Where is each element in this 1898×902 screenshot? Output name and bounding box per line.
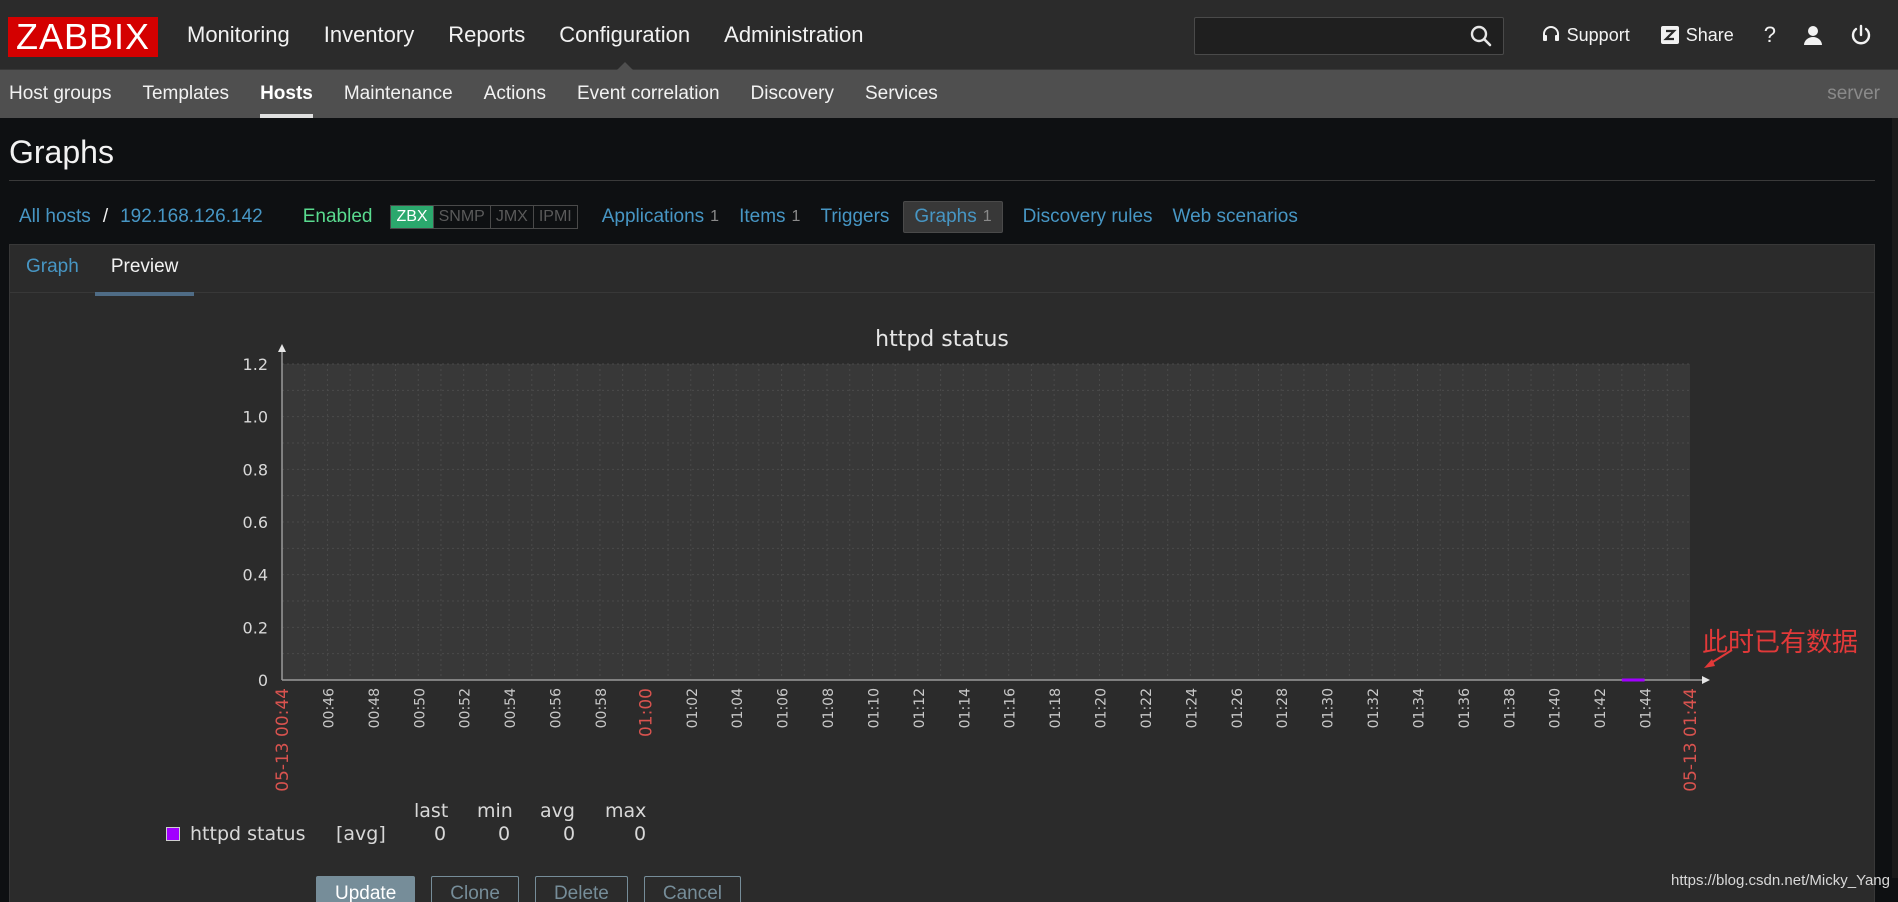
- subnav-hosts[interactable]: Hosts: [251, 70, 329, 118]
- support-link[interactable]: Support: [1541, 25, 1630, 46]
- subnav-discovery[interactable]: Discovery: [742, 70, 850, 118]
- items-link[interactable]: Items 1: [739, 206, 800, 228]
- legend-header-max: max: [605, 800, 647, 822]
- subnav-services[interactable]: Services: [856, 70, 954, 118]
- subnav-host-groups[interactable]: Host groups: [0, 70, 127, 118]
- snmp-badge: SNMP: [432, 206, 490, 228]
- nav-inventory[interactable]: Inventory: [307, 0, 432, 70]
- legend-series-function: [avg]: [336, 823, 386, 845]
- legend-color-swatch: [166, 827, 180, 841]
- user-profile-button[interactable]: [1802, 24, 1824, 46]
- form-tabs: Graph Preview: [10, 245, 1874, 296]
- page-scrollbar[interactable]: [1892, 118, 1898, 878]
- page-title: Graphs: [9, 134, 114, 170]
- host-link[interactable]: 192.168.126.142: [120, 206, 263, 228]
- subnav-maintenance[interactable]: Maintenance: [335, 70, 469, 118]
- legend-value-avg: 0: [563, 823, 576, 845]
- graph-form-panel: Graph Preview: [9, 244, 1875, 902]
- all-hosts-link[interactable]: All hosts: [19, 206, 91, 228]
- help-button[interactable]: ?: [1764, 22, 1776, 48]
- support-label: Support: [1566, 24, 1630, 45]
- search-input[interactable]: [1194, 17, 1504, 55]
- breadcrumb-separator: /: [102, 206, 109, 227]
- legend-value-min: 0: [498, 823, 511, 845]
- ipmi-badge: IPMI: [532, 206, 577, 228]
- zabbix-logo[interactable]: ZABBIX: [8, 17, 158, 57]
- zbx-badge: ZBX: [391, 206, 433, 228]
- help-icon: ?: [1763, 22, 1776, 47]
- delete-button[interactable]: Delete: [534, 876, 628, 902]
- graphs-label: Graphs: [914, 206, 977, 227]
- graphs-link[interactable]: Graphs 1: [903, 201, 1003, 233]
- share-icon: [1660, 26, 1679, 44]
- search-button[interactable]: [1462, 20, 1500, 52]
- discovery-rules-link[interactable]: Discovery rules: [1023, 206, 1153, 228]
- server-name: server: [1827, 83, 1880, 104]
- nav-configuration[interactable]: Configuration: [542, 0, 707, 71]
- host-status-enabled[interactable]: Enabled: [303, 206, 373, 228]
- legend-value-last: 0: [434, 823, 447, 845]
- main-nav: Monitoring Inventory Reports Configurati…: [170, 0, 881, 71]
- share-label: Share: [1685, 24, 1734, 45]
- sign-out-button[interactable]: [1850, 24, 1872, 46]
- nav-reports[interactable]: Reports: [431, 0, 542, 70]
- update-button[interactable]: Update: [316, 876, 416, 902]
- power-icon: [1851, 24, 1871, 45]
- annotation-arrow: [1704, 649, 1733, 668]
- user-icon: [1804, 26, 1822, 45]
- web-scenarios-link[interactable]: Web scenarios: [1173, 206, 1298, 228]
- headset-icon: [1542, 26, 1559, 41]
- search-icon: [1470, 25, 1492, 47]
- legend-header-avg: avg: [540, 800, 575, 822]
- app-window: ZABBIX Monitoring Inventory Reports Conf…: [0, 0, 1898, 902]
- jmx-badge: JMX: [489, 206, 533, 228]
- nav-administration[interactable]: Administration: [707, 0, 880, 70]
- cancel-button[interactable]: Cancel: [643, 876, 742, 902]
- graphs-count: 1: [982, 208, 992, 225]
- host-navigation: All hosts / 192.168.126.142 Enabled ZBX …: [9, 199, 1308, 235]
- legend-series-name: httpd status: [190, 823, 306, 845]
- legend-value-max: 0: [634, 823, 647, 845]
- applications-label: Applications: [601, 206, 705, 227]
- watermark: https://blog.csdn.net/Micky_Yang: [1670, 872, 1890, 889]
- subnav-event-correlation[interactable]: Event correlation: [568, 70, 736, 118]
- form-buttons: Update Clone Delete Cancel: [316, 876, 757, 902]
- top-bar: ZABBIX Monitoring Inventory Reports Conf…: [0, 0, 1898, 71]
- subnav-templates[interactable]: Templates: [133, 70, 245, 118]
- clone-button[interactable]: Clone: [431, 876, 519, 902]
- sub-nav-bar: Host groups Templates Hosts Maintenance …: [0, 70, 1898, 118]
- items-count: 1: [791, 208, 801, 225]
- triggers-link[interactable]: Triggers: [820, 206, 889, 228]
- share-link[interactable]: Share: [1660, 25, 1734, 46]
- nav-monitoring[interactable]: Monitoring: [170, 0, 307, 70]
- top-links: Support Share ?: [1541, 0, 1898, 70]
- legend-header-last: last: [414, 800, 449, 822]
- availability-badges: ZBX SNMP JMX IPMI: [390, 205, 578, 229]
- tab-graph[interactable]: Graph: [10, 245, 95, 292]
- legend-header-min: min: [477, 800, 513, 822]
- subnav-actions[interactable]: Actions: [475, 70, 562, 118]
- applications-link[interactable]: Applications 1: [602, 206, 719, 228]
- title-divider: [9, 180, 1875, 181]
- items-label: Items: [739, 206, 786, 227]
- tab-preview[interactable]: Preview: [94, 245, 195, 296]
- sub-nav: Host groups Templates Hosts Maintenance …: [0, 70, 960, 118]
- applications-count: 1: [710, 208, 720, 225]
